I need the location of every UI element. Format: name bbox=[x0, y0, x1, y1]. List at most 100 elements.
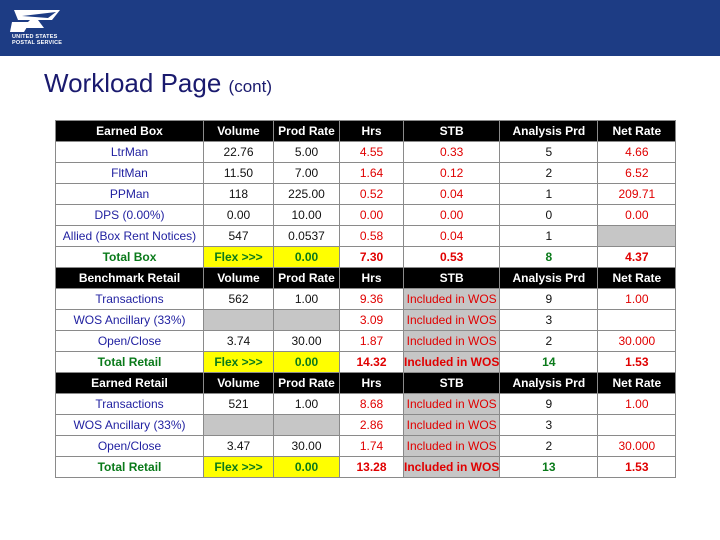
table-cell: 547 bbox=[203, 225, 274, 247]
table-cell: 9 bbox=[499, 393, 599, 415]
table-cell bbox=[273, 414, 340, 436]
column-header: Analysis Prd bbox=[499, 267, 599, 289]
table-cell: 1.64 bbox=[339, 162, 404, 184]
total-row: Total Retail Flex >>> 0.00 13.28 Included in… bbox=[55, 456, 677, 478]
table-cell: 9.36 bbox=[339, 288, 404, 310]
table-cell: FltMan bbox=[55, 162, 204, 184]
table-cell: WOS Ancillary (33%) bbox=[55, 309, 204, 331]
table-header-row: Earned Retail Volume Prod Rate Hrs STB Analys… bbox=[55, 372, 677, 394]
table-cell: WOS Ancillary (33%) bbox=[55, 414, 204, 436]
table-row: Allied (Box Rent Notices) 547 0.0537 0.58 0.… bbox=[55, 225, 677, 247]
table-cell: 30.00 bbox=[273, 330, 340, 352]
column-header: Hrs bbox=[339, 372, 404, 394]
table-cell: 0 bbox=[499, 204, 599, 226]
column-header: Hrs bbox=[339, 120, 404, 142]
total-cell: 4.37 bbox=[597, 246, 677, 268]
table-cell: Included in WOS bbox=[402, 288, 501, 310]
table-cell: 30.000 bbox=[597, 330, 677, 352]
column-header: Prod Rate bbox=[273, 372, 340, 394]
column-header: Net Rate bbox=[597, 372, 677, 394]
table-cell: 1.00 bbox=[597, 288, 677, 310]
table-cell: Transactions bbox=[55, 288, 204, 310]
table-cell: 3.74 bbox=[203, 330, 274, 352]
table-cell: Included in WOS bbox=[402, 330, 501, 352]
total-cell: Total Retail bbox=[55, 456, 204, 478]
table-cell: Transactions bbox=[55, 393, 204, 415]
table-cell: 4.66 bbox=[597, 141, 677, 163]
table-cell: 1.00 bbox=[273, 288, 340, 310]
table-cell: 3 bbox=[499, 414, 599, 436]
total-cell: 7.30 bbox=[339, 246, 404, 268]
total-cell: 0.53 bbox=[402, 246, 501, 268]
table-header-row: Benchmark Retail Volume Prod Rate Hrs STB Ana… bbox=[55, 267, 677, 289]
total-cell: Flex >>> bbox=[203, 351, 274, 373]
table-row: Open/Close 3.74 30.00 1.87 Included in WOS 2 3… bbox=[55, 330, 677, 352]
table-cell: Included in WOS bbox=[402, 393, 501, 415]
table-cell: 4.55 bbox=[339, 141, 404, 163]
total-row: Total Box Flex >>> 0.00 7.30 0.53 8 4.37 bbox=[55, 246, 677, 268]
table-cell: LtrMan bbox=[55, 141, 204, 163]
table-row: DPS (0.00%) 0.00 10.00 0.00 0.00 0 0.00 bbox=[55, 204, 677, 226]
column-header: Earned Box bbox=[55, 120, 204, 142]
table-cell bbox=[597, 414, 677, 436]
total-cell: Included in WOS bbox=[402, 456, 501, 478]
table-row: LtrMan 22.76 5.00 4.55 0.33 5 4.66 bbox=[55, 141, 677, 163]
column-header: Prod Rate bbox=[273, 267, 340, 289]
table-cell: 22.76 bbox=[203, 141, 274, 163]
table-cell: 0.0537 bbox=[273, 225, 340, 247]
total-cell: Included in WOS bbox=[402, 351, 501, 373]
table-cell: PPMan bbox=[55, 183, 204, 205]
total-cell: 14 bbox=[499, 351, 599, 373]
total-cell: Total Retail bbox=[55, 351, 204, 373]
table-cell: 521 bbox=[203, 393, 274, 415]
table-cell: 7.00 bbox=[273, 162, 340, 184]
column-header: STB bbox=[402, 120, 501, 142]
table-cell: 0.33 bbox=[402, 141, 501, 163]
table-cell bbox=[597, 225, 677, 247]
table-cell: 2 bbox=[499, 162, 599, 184]
table-cell: 3.47 bbox=[203, 435, 274, 457]
table-cell: 1 bbox=[499, 225, 599, 247]
table-cell: Included in WOS bbox=[402, 309, 501, 331]
table-cell: 10.00 bbox=[273, 204, 340, 226]
table-cell: 3.09 bbox=[339, 309, 404, 331]
table-cell: Included in WOS bbox=[402, 435, 501, 457]
table-cell: 30.000 bbox=[597, 435, 677, 457]
total-cell: 13.28 bbox=[339, 456, 404, 478]
column-header: Volume bbox=[203, 267, 274, 289]
table-cell: 0.04 bbox=[402, 225, 501, 247]
table-cell: Open/Close bbox=[55, 435, 204, 457]
column-header: Net Rate bbox=[597, 267, 677, 289]
total-cell: 13 bbox=[499, 456, 599, 478]
table-cell: 30.00 bbox=[273, 435, 340, 457]
table-cell: Allied (Box Rent Notices) bbox=[55, 225, 204, 247]
total-cell: 0.00 bbox=[273, 351, 340, 373]
table-cell: 1.00 bbox=[597, 393, 677, 415]
table-cell: 2 bbox=[499, 435, 599, 457]
column-header: Volume bbox=[203, 120, 274, 142]
table-cell: 11.50 bbox=[203, 162, 274, 184]
total-cell: 0.00 bbox=[273, 456, 340, 478]
page-title-sub: (cont) bbox=[228, 77, 272, 96]
table-cell: 8.68 bbox=[339, 393, 404, 415]
table-cell: 562 bbox=[203, 288, 274, 310]
table-row: WOS Ancillary (33%) 2.86 Included in WOS 3 bbox=[55, 414, 677, 436]
table-cell bbox=[273, 309, 340, 331]
column-header: Analysis Prd bbox=[499, 372, 599, 394]
total-row: Total Retail Flex >>> 0.00 14.32 Included in… bbox=[55, 351, 677, 373]
workload-table: Earned Box Volume Prod Rate Hrs STB Analysis … bbox=[55, 120, 677, 478]
table-cell: 2 bbox=[499, 330, 599, 352]
table-cell: 3 bbox=[499, 309, 599, 331]
table-header-row: Earned Box Volume Prod Rate Hrs STB Analysis … bbox=[55, 120, 677, 142]
table-cell: 9 bbox=[499, 288, 599, 310]
table-cell: 1.74 bbox=[339, 435, 404, 457]
table-row: WOS Ancillary (33%) 3.09 Included in WOS 3 bbox=[55, 309, 677, 331]
table-cell: 0.00 bbox=[339, 204, 404, 226]
table-cell: 0.00 bbox=[203, 204, 274, 226]
table-row: PPMan 118 225.00 0.52 0.04 1 209.71 bbox=[55, 183, 677, 205]
table-cell: 0.52 bbox=[339, 183, 404, 205]
table-cell: 5 bbox=[499, 141, 599, 163]
table-row: Transactions 562 1.00 9.36 Included in WOS 9 1… bbox=[55, 288, 677, 310]
table-cell: 209.71 bbox=[597, 183, 677, 205]
column-header: Prod Rate bbox=[273, 120, 340, 142]
